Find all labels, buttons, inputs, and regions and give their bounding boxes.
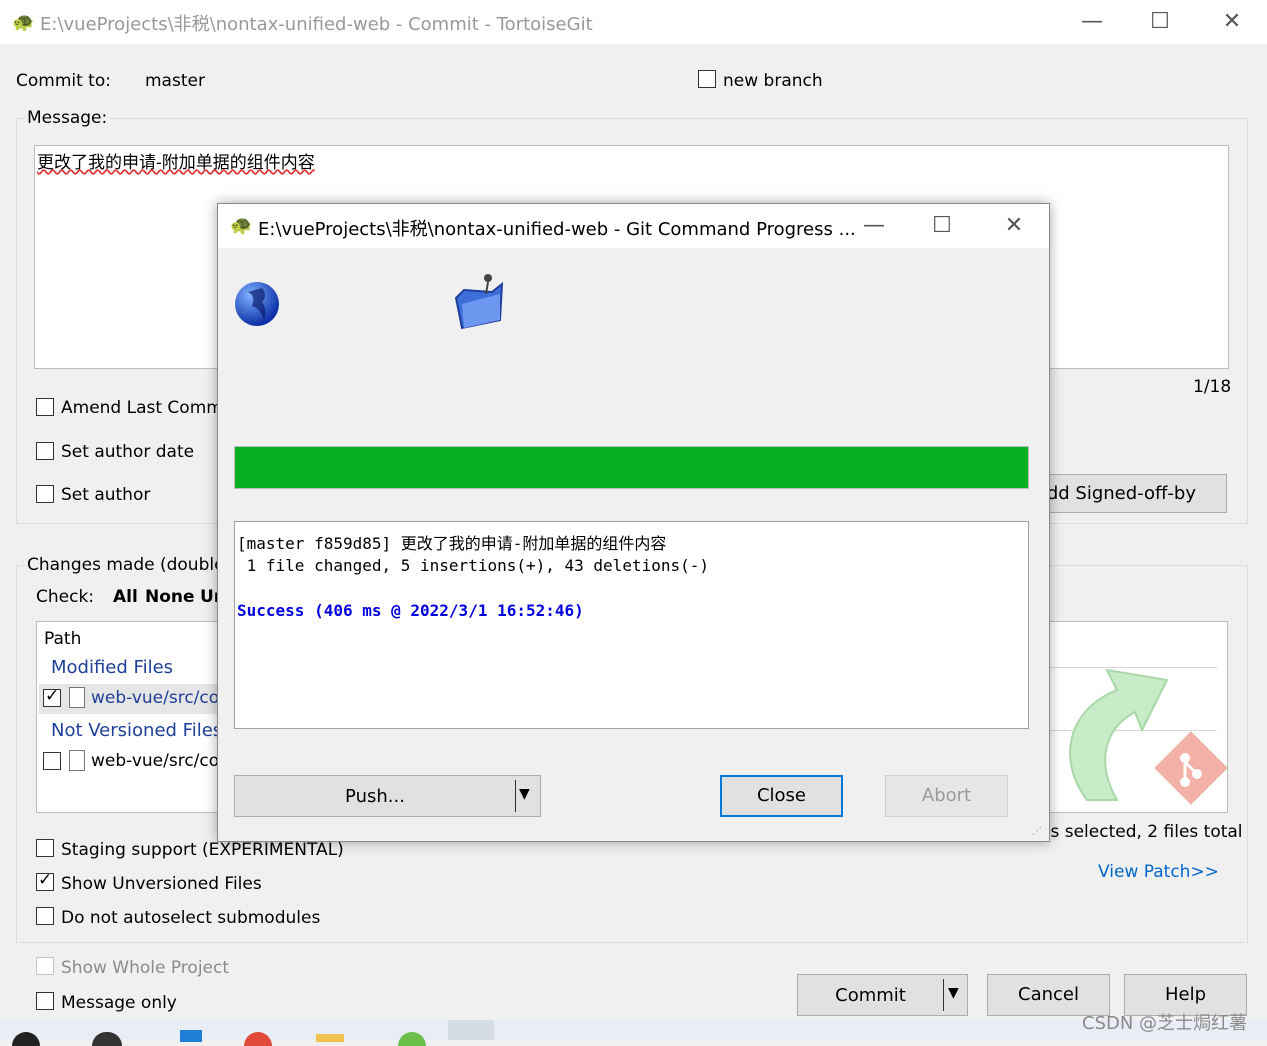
tortoisegit-icon: 🐢: [230, 215, 253, 236]
log-success: Success (406 ms @ 2022/3/1 16:52:46): [237, 601, 584, 620]
branch-name: master: [145, 71, 205, 91]
message-label: Message:: [25, 108, 110, 128]
dialog-close-action-button[interactable]: Close: [720, 775, 843, 817]
message-counter: 1/18: [1193, 377, 1232, 397]
show-unversioned-label: Show Unversioned Files: [61, 874, 262, 894]
show-whole-project-checkbox[interactable]: [36, 957, 54, 975]
column-path-header[interactable]: Path: [44, 629, 81, 649]
dialog-title: E:\vueProjects\非税\nontax-unified-web - G…: [258, 219, 856, 240]
staging-label: Staging support (EXPERIMENTAL): [61, 840, 344, 860]
taskbar-icon[interactable]: [398, 1032, 426, 1046]
minimize-button[interactable]: —: [1072, 8, 1112, 36]
commit-to-label: Commit to:: [16, 71, 111, 91]
set-author-label: Set author: [61, 485, 151, 505]
commit-label: Commit: [835, 985, 906, 1006]
resize-grip-icon[interactable]: ⋰: [1032, 826, 1042, 837]
taskbar: CSDN @芝士焗红薯: [0, 1013, 1267, 1046]
modified-files-group: Modified Files: [51, 657, 174, 678]
check-none-link[interactable]: None: [145, 587, 195, 607]
watermark-text: CSDN @芝士焗红薯: [1082, 1013, 1248, 1034]
show-whole-project-label: Show Whole Project: [61, 958, 230, 978]
no-autoselect-checkbox[interactable]: [36, 907, 54, 925]
window-title: E:\vueProjects\非税\nontax-unified-web - C…: [40, 14, 593, 35]
modified-file-path: web-vue/src/co: [91, 688, 220, 708]
table-row[interactable]: web-vue/src/co: [39, 684, 219, 714]
add-signed-off-button[interactable]: Add Signed-off-by: [1030, 474, 1227, 513]
selection-status: es selected, 2 files total: [1040, 822, 1243, 842]
new-branch-label: new branch: [723, 71, 823, 91]
taskbar-icon[interactable]: [180, 1030, 202, 1042]
file-checkbox[interactable]: [43, 752, 61, 770]
maximize-button[interactable]: ☐: [1140, 8, 1180, 36]
log-line: [master f859d85] 更改了我的申请-附加单据的组件内容: [237, 534, 667, 553]
new-branch-checkbox[interactable]: [698, 70, 716, 88]
check-label: Check:: [36, 587, 95, 607]
taskbar-icon[interactable]: [244, 1032, 272, 1046]
push-button[interactable]: Push... ▼: [234, 775, 541, 817]
set-author-checkbox[interactable]: [36, 485, 54, 503]
progress-dialog: 🐢 E:\vueProjects\非税\nontax-unified-web -…: [217, 203, 1050, 842]
tortoisegit-watermark-logo: [1069, 668, 1227, 805]
table-row[interactable]: web-vue/src/co: [39, 747, 219, 777]
check-all-link[interactable]: All: [113, 587, 138, 607]
view-patch-link[interactable]: View Patch>>: [1098, 862, 1219, 882]
no-autoselect-label: Do not autoselect submodules: [61, 908, 321, 928]
message-text: 更改了我的申请-附加单据的组件内容: [37, 153, 315, 173]
not-versioned-files-group: Not Versioned Files: [51, 720, 223, 741]
taskbar-icon[interactable]: [92, 1032, 122, 1046]
dropdown-divider: [515, 780, 516, 812]
chevron-down-icon[interactable]: ▼: [948, 985, 959, 1001]
chevron-down-icon[interactable]: ▼: [519, 786, 530, 802]
commit-button[interactable]: Commit ▼: [797, 974, 968, 1016]
abort-button[interactable]: Abort: [885, 775, 1008, 817]
show-unversioned-checkbox[interactable]: [36, 870, 54, 891]
progress-fill: [235, 447, 1028, 488]
taskbar-active-item[interactable]: [448, 1020, 494, 1040]
message-only-label: Message only: [61, 993, 177, 1013]
globe-icon: [235, 282, 279, 326]
file-checkbox[interactable]: [43, 686, 61, 707]
file-icon: [69, 750, 85, 771]
amend-label: Amend Last Commit: [61, 398, 235, 418]
set-author-date-label: Set author date: [61, 442, 195, 462]
staging-checkbox[interactable]: [36, 839, 54, 857]
folder-icon: [454, 274, 504, 330]
file-icon: [69, 687, 85, 708]
push-label: Push...: [345, 786, 405, 807]
progress-bar: [234, 446, 1029, 489]
progress-log[interactable]: [master f859d85] 更改了我的申请-附加单据的组件内容 1 fil…: [234, 521, 1029, 729]
title-bar: 🐢 E:\vueProjects\非税\nontax-unified-web -…: [0, 0, 1267, 44]
taskbar-icon[interactable]: [316, 1034, 344, 1042]
set-author-date-checkbox[interactable]: [36, 442, 54, 460]
changes-label: Changes made (double-: [25, 555, 233, 575]
dialog-minimize-button[interactable]: —: [854, 212, 894, 240]
dialog-maximize-button[interactable]: ☐: [922, 212, 962, 240]
taskbar-icon[interactable]: [12, 1032, 40, 1046]
dropdown-divider: [943, 979, 944, 1011]
unversioned-file-path: web-vue/src/co: [91, 751, 220, 771]
message-only-checkbox[interactable]: [36, 992, 54, 1010]
log-line: 1 file changed, 5 insertions(+), 43 dele…: [237, 556, 710, 575]
dialog-title-bar: 🐢 E:\vueProjects\非税\nontax-unified-web -…: [218, 204, 1049, 248]
close-button[interactable]: ✕: [1212, 8, 1252, 36]
dialog-close-button[interactable]: ✕: [994, 212, 1034, 240]
amend-checkbox[interactable]: [36, 398, 54, 416]
tortoisegit-icon: 🐢: [12, 12, 35, 33]
